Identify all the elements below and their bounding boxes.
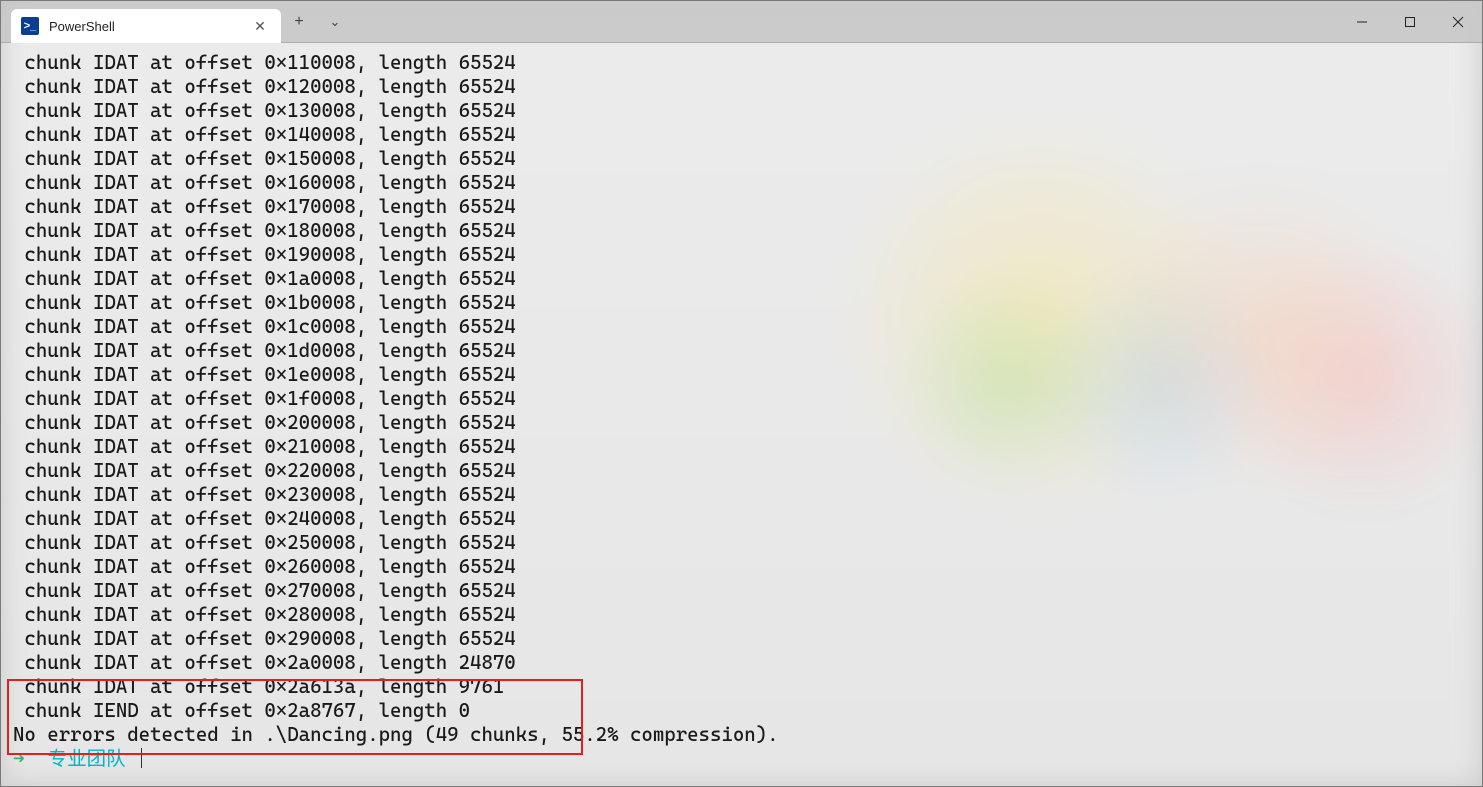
terminal-line: chunk IDAT at offset 0×290008, length 65… [13, 627, 1480, 651]
minimize-icon [1356, 16, 1368, 28]
prompt-path: 专业团队 [48, 747, 126, 770]
maximize-icon [1404, 16, 1416, 28]
terminal-line: chunk IDAT at offset 0×1e0008, length 65… [13, 363, 1480, 387]
terminal-line: No errors detected in .\Dancing.png (49 … [13, 723, 1480, 747]
titlebar[interactable]: >_ PowerShell ✕ + ⌄ [1, 1, 1482, 43]
tab-powershell[interactable]: >_ PowerShell ✕ [11, 9, 281, 43]
terminal-line: chunk IDAT at offset 0×240008, length 65… [13, 507, 1480, 531]
window-close-button[interactable] [1434, 1, 1482, 42]
cursor-icon [141, 748, 142, 768]
terminal-line: chunk IDAT at offset 0×230008, length 65… [13, 483, 1480, 507]
terminal-line: chunk IDAT at offset 0×2a0008, length 24… [13, 651, 1480, 675]
terminal-line: chunk IDAT at offset 0×190008, length 65… [13, 243, 1480, 267]
tab-title: PowerShell [49, 19, 241, 34]
terminal-line: chunk IDAT at offset 0×120008, length 65… [13, 75, 1480, 99]
terminal-viewport[interactable]: chunk IDAT at offset 0×110008, length 65… [1, 43, 1482, 786]
new-tab-button[interactable]: + [281, 1, 317, 42]
terminal-line: chunk IDAT at offset 0×170008, length 65… [13, 195, 1480, 219]
window-maximize-button[interactable] [1386, 1, 1434, 42]
terminal-line: chunk IDAT at offset 0×110008, length 65… [13, 51, 1480, 75]
terminal-window: >_ PowerShell ✕ + ⌄ chunk IDAT at offset… [0, 0, 1483, 787]
tab-dropdown-button[interactable]: ⌄ [317, 1, 353, 42]
terminal-line: chunk IDAT at offset 0×2a613a, length 97… [13, 675, 1480, 699]
terminal-line: chunk IDAT at offset 0×210008, length 65… [13, 435, 1480, 459]
terminal-line: chunk IDAT at offset 0×1d0008, length 65… [13, 339, 1480, 363]
terminal-line: chunk IDAT at offset 0×1b0008, length 65… [13, 291, 1480, 315]
terminal-line: chunk IDAT at offset 0×280008, length 65… [13, 603, 1480, 627]
tab-close-button[interactable]: ✕ [251, 17, 269, 35]
titlebar-drag-region[interactable] [353, 1, 1338, 42]
terminal-line: chunk IDAT at offset 0×200008, length 65… [13, 411, 1480, 435]
terminal-line: chunk IDAT at offset 0×1c0008, length 65… [13, 315, 1480, 339]
terminal-line: chunk IDAT at offset 0×250008, length 65… [13, 531, 1480, 555]
terminal-line: chunk IDAT at offset 0×160008, length 65… [13, 171, 1480, 195]
terminal-line: chunk IDAT at offset 0×150008, length 65… [13, 147, 1480, 171]
prompt-symbol: ➜ [13, 747, 25, 770]
powershell-icon: >_ [21, 17, 39, 35]
close-icon [1452, 16, 1464, 28]
terminal-line: chunk IDAT at offset 0×130008, length 65… [13, 99, 1480, 123]
terminal-output[interactable]: chunk IDAT at offset 0×110008, length 65… [1, 43, 1482, 786]
terminal-line: chunk IDAT at offset 0×1f0008, length 65… [13, 387, 1480, 411]
window-minimize-button[interactable] [1338, 1, 1386, 42]
terminal-line: chunk IDAT at offset 0×1a0008, length 65… [13, 267, 1480, 291]
terminal-line: chunk IDAT at offset 0×180008, length 65… [13, 219, 1480, 243]
terminal-line: chunk IEND at offset 0×2a8767, length 0 [13, 699, 1480, 723]
terminal-line: chunk IDAT at offset 0×270008, length 65… [13, 579, 1480, 603]
terminal-line: chunk IDAT at offset 0×260008, length 65… [13, 555, 1480, 579]
terminal-line: chunk IDAT at offset 0×220008, length 65… [13, 459, 1480, 483]
terminal-prompt[interactable]: ➜ 专业团队 [13, 747, 1480, 771]
terminal-line: chunk IDAT at offset 0×140008, length 65… [13, 123, 1480, 147]
